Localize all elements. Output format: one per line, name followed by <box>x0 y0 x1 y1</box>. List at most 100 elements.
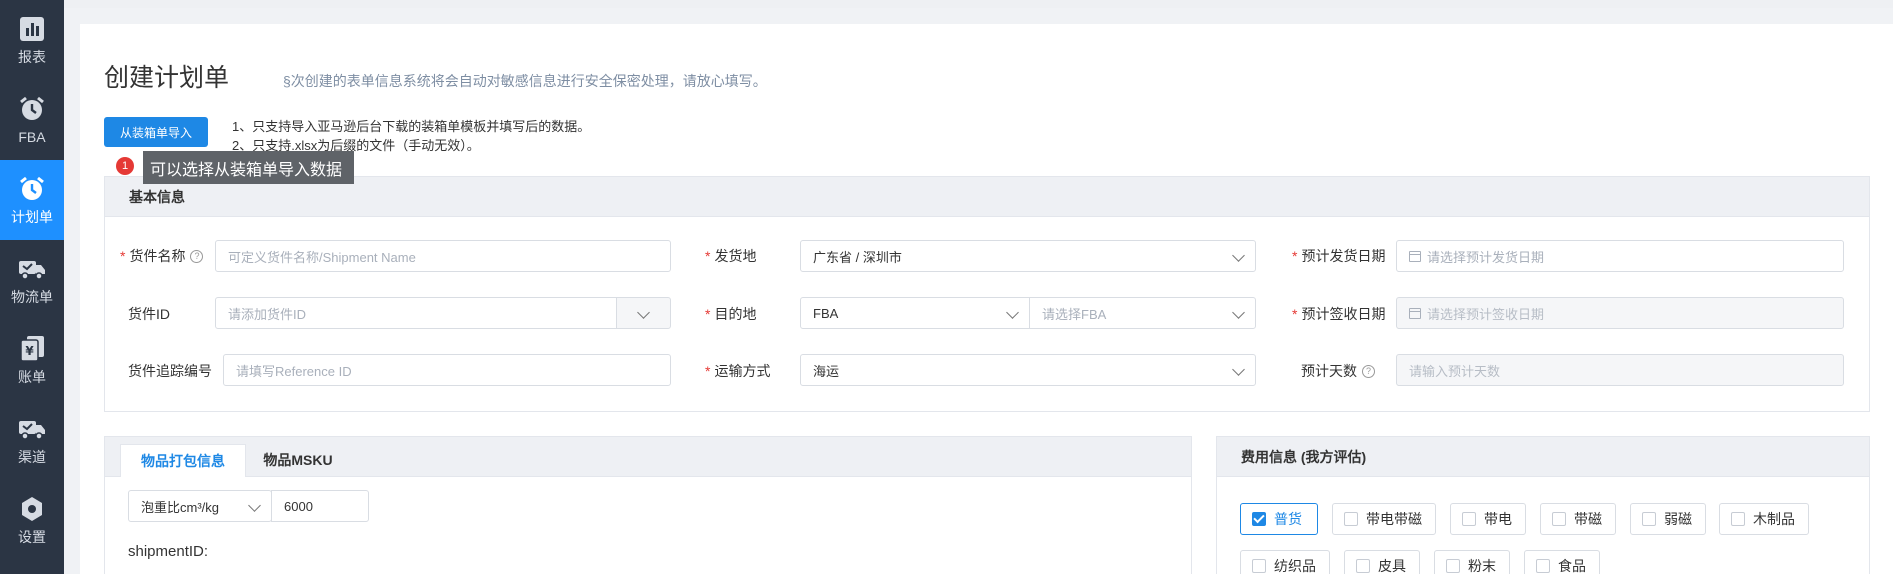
shipment-name-label: * 货件名称? <box>120 246 204 266</box>
cargo-type-powder[interactable]: 粉末 <box>1434 550 1510 574</box>
est-days-label: 预计天数? <box>1301 361 1375 381</box>
sidebar-item-channels[interactable]: 渠道 <box>0 400 64 480</box>
sidebar-item-label: 设置 <box>18 529 46 545</box>
option-label: 粉末 <box>1468 558 1496 574</box>
tab-msku[interactable]: 物品MSKU <box>256 444 340 476</box>
transport-select[interactable]: 海运 <box>800 354 1256 386</box>
import-note-1: 1、只支持导入亚马逊后台下载的装箱单模板并填写后的数据。 <box>232 119 591 134</box>
receive-date-picker: 请选择预计签收日期 <box>1396 297 1844 329</box>
cargo-type-battery[interactable]: 带电 <box>1450 503 1526 535</box>
chevron-down-icon <box>1232 363 1245 376</box>
sidebar-item-fba[interactable]: FBA <box>0 80 64 160</box>
transport-label: * 运输方式 <box>705 363 771 379</box>
fba-placeholder: 请选择FBA <box>1042 306 1107 322</box>
cargo-type-general[interactable]: 普货 <box>1240 503 1318 535</box>
option-label: 普货 <box>1274 511 1302 527</box>
destination-value: FBA <box>813 305 839 321</box>
option-label: 食品 <box>1558 558 1586 574</box>
ratio-value-input[interactable]: 6000 <box>271 490 369 522</box>
cargo-type-textile[interactable]: 纺织品 <box>1240 550 1330 574</box>
sidebar-item-bills[interactable]: ¥ 账单 <box>0 320 64 400</box>
sidebar-item-label: 报表 <box>18 49 46 65</box>
cargo-type-leather[interactable]: 皮具 <box>1344 550 1420 574</box>
chevron-down-icon <box>248 499 261 512</box>
checkbox-icon <box>1252 512 1266 526</box>
chevron-down-icon <box>637 306 650 319</box>
ship-date-placeholder: 请选择预计发货日期 <box>1427 249 1545 265</box>
truck-icon <box>18 415 46 443</box>
option-label: 木制品 <box>1753 511 1795 527</box>
tab-packing-info[interactable]: 物品打包信息 <box>120 444 246 477</box>
checkbox-icon <box>1344 512 1358 526</box>
cargo-type-food[interactable]: 食品 <box>1524 550 1600 574</box>
sidebar-item-settings[interactable]: 设置 <box>0 480 64 560</box>
cargo-type-weak-magnet[interactable]: 弱磁 <box>1630 503 1706 535</box>
shipment-id-input[interactable]: 请添加货件ID <box>215 297 617 329</box>
alarm-clock-icon <box>18 175 46 203</box>
sidebar-item-label: FBA <box>18 129 46 145</box>
truck-icon <box>18 255 46 283</box>
checkbox-icon <box>1252 559 1266 573</box>
checkbox-icon <box>1552 512 1566 526</box>
help-icon[interactable]: ? <box>1362 364 1375 378</box>
chevron-down-icon <box>1232 306 1245 319</box>
checkbox-icon <box>1356 559 1370 573</box>
receive-date-label: * 预计签收日期 <box>1292 306 1386 322</box>
basic-info-title: 基本信息 <box>105 177 1869 217</box>
sidebar-item-label: 物流单 <box>11 289 53 305</box>
shipment-id-dropdown[interactable] <box>616 297 671 329</box>
svg-text:¥: ¥ <box>25 344 34 358</box>
shipment-id-caption: shipmentID: <box>128 543 209 560</box>
import-tooltip: 可以选择从装箱单导入数据 <box>143 151 354 184</box>
option-label: 带电带磁 <box>1366 511 1422 527</box>
sidebar-item-label: 计划单 <box>11 209 53 225</box>
option-label: 带磁 <box>1574 511 1602 527</box>
bar-chart-icon <box>18 15 46 43</box>
top-bar <box>64 0 1893 8</box>
bill-icon: ¥ <box>18 335 46 363</box>
ship-date-picker[interactable]: 请选择预计发货日期 <box>1396 240 1844 272</box>
checkbox-icon <box>1731 512 1745 526</box>
destination-type-select[interactable]: FBA <box>800 297 1030 329</box>
est-days-input: 请输入预计天数 <box>1396 354 1844 386</box>
sidebar-item-plan[interactable]: 计划单 <box>0 160 64 240</box>
tracking-number-label: 货件追踪编号 <box>128 363 212 379</box>
import-from-packing-list-button[interactable]: 从装箱单导入 <box>104 117 208 147</box>
help-icon[interactable]: ? <box>190 249 204 263</box>
sidebar-item-reports[interactable]: 报表 <box>0 0 64 80</box>
cargo-type-battery-magnet[interactable]: 带电带磁 <box>1332 503 1436 535</box>
calendar-icon <box>1409 307 1421 319</box>
checkbox-icon <box>1462 512 1476 526</box>
ratio-unit-value: 泡重比cm³/kg <box>141 499 220 515</box>
sidebar: 报表 FBA 计划单 物流单 ¥ 账单 渠道 设置 <box>0 0 64 574</box>
gear-icon <box>18 495 46 523</box>
reference-id-input[interactable]: 请填写Reference ID <box>223 354 671 386</box>
ship-date-label: * 预计发货日期 <box>1292 248 1386 264</box>
option-label: 纺织品 <box>1274 558 1316 574</box>
tooltip-step-badge: 1 <box>116 157 134 175</box>
fees-title: 费用信息 (我方评估) <box>1217 437 1869 477</box>
receive-date-placeholder: 请选择预计签收日期 <box>1427 306 1545 322</box>
cargo-type-wood[interactable]: 木制品 <box>1719 503 1809 535</box>
option-label: 弱磁 <box>1664 511 1692 527</box>
ratio-unit-select[interactable]: 泡重比cm³/kg <box>128 490 272 522</box>
option-label: 带电 <box>1484 511 1512 527</box>
origin-label: * 发货地 <box>705 248 757 264</box>
checkbox-icon <box>1642 512 1656 526</box>
chevron-down-icon <box>1232 249 1245 262</box>
option-label: 皮具 <box>1378 558 1406 574</box>
shipment-name-input[interactable]: 可定义货件名称/Shipment Name <box>215 240 671 272</box>
sidebar-item-logistics[interactable]: 物流单 <box>0 240 64 320</box>
page-title: 创建计划单 <box>104 64 230 92</box>
transport-value: 海运 <box>813 363 840 379</box>
origin-select[interactable]: 广东省 / 深圳市 <box>800 240 1256 272</box>
chevron-down-icon <box>1006 306 1019 319</box>
security-notice: §次创建的表单信息系统将会自动对敏感信息进行安全保密处理，请放心填写。 <box>283 73 767 89</box>
origin-value: 广东省 / 深圳市 <box>813 249 902 265</box>
fba-warehouse-select[interactable]: 请选择FBA <box>1029 297 1256 329</box>
cargo-type-magnet[interactable]: 带磁 <box>1540 503 1616 535</box>
checkbox-icon <box>1446 559 1460 573</box>
shipment-id-label: 货件ID <box>128 306 170 322</box>
sidebar-item-label: 账单 <box>18 369 46 385</box>
alarm-clock-icon <box>18 95 46 123</box>
